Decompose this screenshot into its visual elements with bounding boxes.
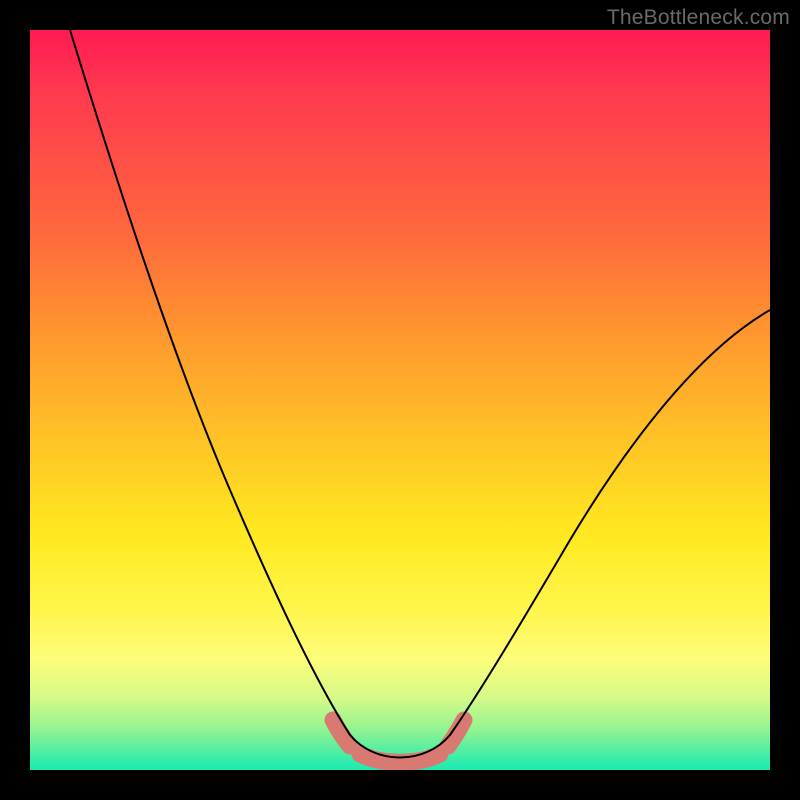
highlight-seg-left xyxy=(333,720,350,746)
curve-layer xyxy=(30,30,770,770)
chart-frame: TheBottleneck.com xyxy=(0,0,800,800)
plot-area xyxy=(30,30,770,770)
bottleneck-curve xyxy=(70,30,770,758)
watermark-text: TheBottleneck.com xyxy=(607,6,790,30)
